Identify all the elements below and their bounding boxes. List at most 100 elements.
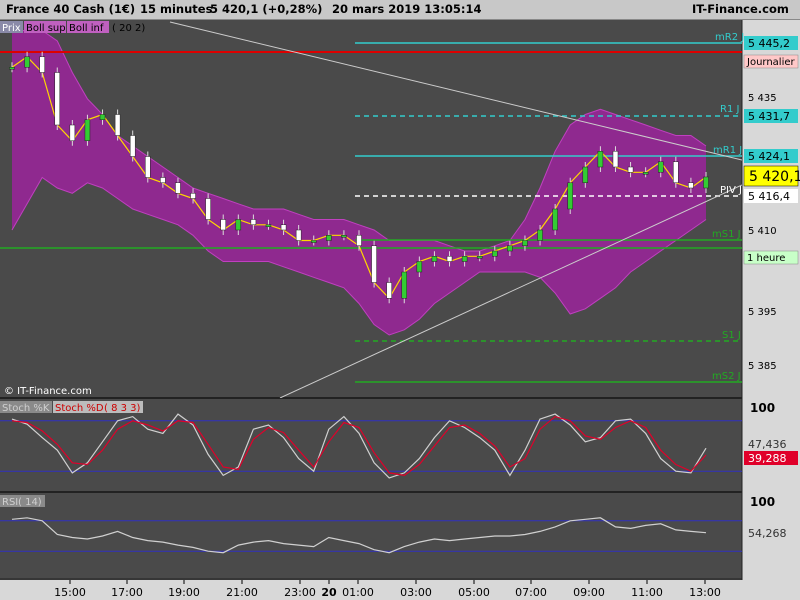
price-tick-4: 5 385 xyxy=(748,361,777,372)
candle-46 xyxy=(703,176,709,189)
candle-22 xyxy=(341,235,347,238)
candle-26 xyxy=(401,271,408,299)
time-tick-2: 19:00 xyxy=(168,586,200,599)
legend-rsi[interactable]: RSI xyxy=(2,497,18,508)
time-tick-9: 07:00 xyxy=(515,586,547,599)
candle-28 xyxy=(431,256,438,262)
time-tick-5: 20 xyxy=(321,586,337,599)
candle-27 xyxy=(416,261,423,273)
candle-33 xyxy=(507,245,513,252)
legend-boll-sup[interactable]: Boll sup xyxy=(26,23,66,34)
time-tick-11: 11:00 xyxy=(631,586,663,599)
candle-9 xyxy=(145,156,151,178)
candle-8 xyxy=(129,135,136,157)
rsi-panel[interactable] xyxy=(0,494,742,578)
stoch-d-value: 39,288 xyxy=(748,452,787,465)
candle-35 xyxy=(537,229,543,241)
level-label-4: PIV J xyxy=(720,185,742,196)
level-value-4: 5 416,4 xyxy=(748,190,790,203)
price-tick-3: 5 395 xyxy=(748,307,777,318)
chart-canvas: mR2 J 5 445,2 Journalier R1 J 5 431,7 mR1 J 5 … xyxy=(0,20,800,600)
stoch-k-value: 47,436 xyxy=(748,438,787,451)
candle-19 xyxy=(295,229,302,241)
candle-13 xyxy=(205,198,211,220)
header-datetime: 20 mars 2019 13:05:14 xyxy=(332,2,482,16)
candle-37 xyxy=(567,182,573,210)
time-tick-6: 01:00 xyxy=(342,586,374,599)
time-tick-8: 05:00 xyxy=(458,586,490,599)
time-tick-7: 03:00 xyxy=(400,586,432,599)
candle-15 xyxy=(235,219,242,231)
price-tick-2: 5 410 xyxy=(748,226,777,237)
candle-4 xyxy=(69,124,76,141)
legend-boll-inf[interactable]: Boll inf xyxy=(69,23,104,34)
time-tick-10: 09:00 xyxy=(573,586,605,599)
candle-2 xyxy=(39,56,45,73)
candle-12 xyxy=(190,193,196,199)
candle-38 xyxy=(582,166,589,183)
instrument-name: France 40 Cash (1€) xyxy=(6,2,136,16)
candle-17 xyxy=(265,224,272,227)
time-tick-4: 23:00 xyxy=(284,586,316,599)
candle-16 xyxy=(250,219,257,225)
candle-45 xyxy=(688,182,694,189)
candle-44 xyxy=(673,161,679,183)
candle-1 xyxy=(24,56,30,68)
level-label-0: mR2 J xyxy=(715,32,744,43)
current-price-value: 5 420,1 xyxy=(749,169,800,185)
level-label-7: S1 J xyxy=(722,330,741,341)
candle-3 xyxy=(54,72,61,126)
time-tick-1: 17:00 xyxy=(111,586,143,599)
legend-prix[interactable]: Prix xyxy=(2,23,21,34)
level-label-2: R1 J xyxy=(720,104,739,115)
candle-14 xyxy=(220,219,226,231)
candle-39 xyxy=(597,151,604,168)
candle-24 xyxy=(371,245,377,283)
price-legend: Prix Boll sup Boll inf ( 20 2) xyxy=(0,21,145,34)
candle-20 xyxy=(310,240,317,243)
candle-5 xyxy=(84,119,91,141)
level-value-0: 5 445,2 xyxy=(748,37,790,50)
time-tick-12: 13:00 xyxy=(689,586,721,599)
candle-21 xyxy=(326,235,332,241)
candle-42 xyxy=(642,172,649,175)
candle-32 xyxy=(492,250,498,257)
watermark: © IT-Finance.com xyxy=(4,386,92,397)
candle-10 xyxy=(160,177,166,183)
brand-logo[interactable]: IT-Finance.com xyxy=(692,2,789,16)
level-value-2: 5 431,7 xyxy=(748,110,790,123)
candle-18 xyxy=(280,224,287,231)
price-tick-1: 5 435 xyxy=(748,93,777,104)
level-label-8: mS2 J xyxy=(712,371,741,382)
candle-0 xyxy=(9,67,15,70)
candle-40 xyxy=(612,151,619,168)
level-label-3: mR1 J xyxy=(713,145,742,156)
candle-30 xyxy=(461,256,468,262)
candle-25 xyxy=(386,282,392,299)
rsi-value: 54,268 xyxy=(748,527,787,540)
level-label-5: mS1 J xyxy=(712,229,741,240)
level-value-3: 5 424,1 xyxy=(748,150,790,163)
header-bar: France 40 Cash (1€) 15 minutes 5 420,1 (… xyxy=(0,0,800,20)
candle-7 xyxy=(114,114,121,136)
candle-29 xyxy=(446,256,453,262)
legend-stoch-d[interactable]: Stoch %D xyxy=(55,403,104,414)
stoch-axis-top: 100 xyxy=(750,401,775,415)
legend-stoch-params: ( 8 3 3) xyxy=(104,403,141,414)
interval-label[interactable]: 15 minutes xyxy=(140,2,212,16)
time-tick-0: 15:00 xyxy=(54,586,86,599)
candle-34 xyxy=(522,240,528,246)
rsi-legend: RSI ( 14) xyxy=(0,495,45,508)
last-price: 5 420,1 (+0,28%) xyxy=(210,2,323,16)
stoch-legend: Stoch %K Stoch %D ( 8 3 3) xyxy=(0,401,143,414)
candle-43 xyxy=(657,161,664,173)
candle-11 xyxy=(175,182,181,194)
legend-rsi-params: ( 14) xyxy=(18,497,42,508)
legend-stoch-k[interactable]: Stoch %K xyxy=(2,403,50,414)
timeframe-label-6: 1 heure xyxy=(747,253,785,264)
legend-boll-params: ( 20 2) xyxy=(112,23,145,34)
rsi-axis-top: 100 xyxy=(750,495,775,509)
candle-31 xyxy=(476,256,483,259)
candle-6 xyxy=(99,114,106,120)
candle-23 xyxy=(356,235,362,246)
